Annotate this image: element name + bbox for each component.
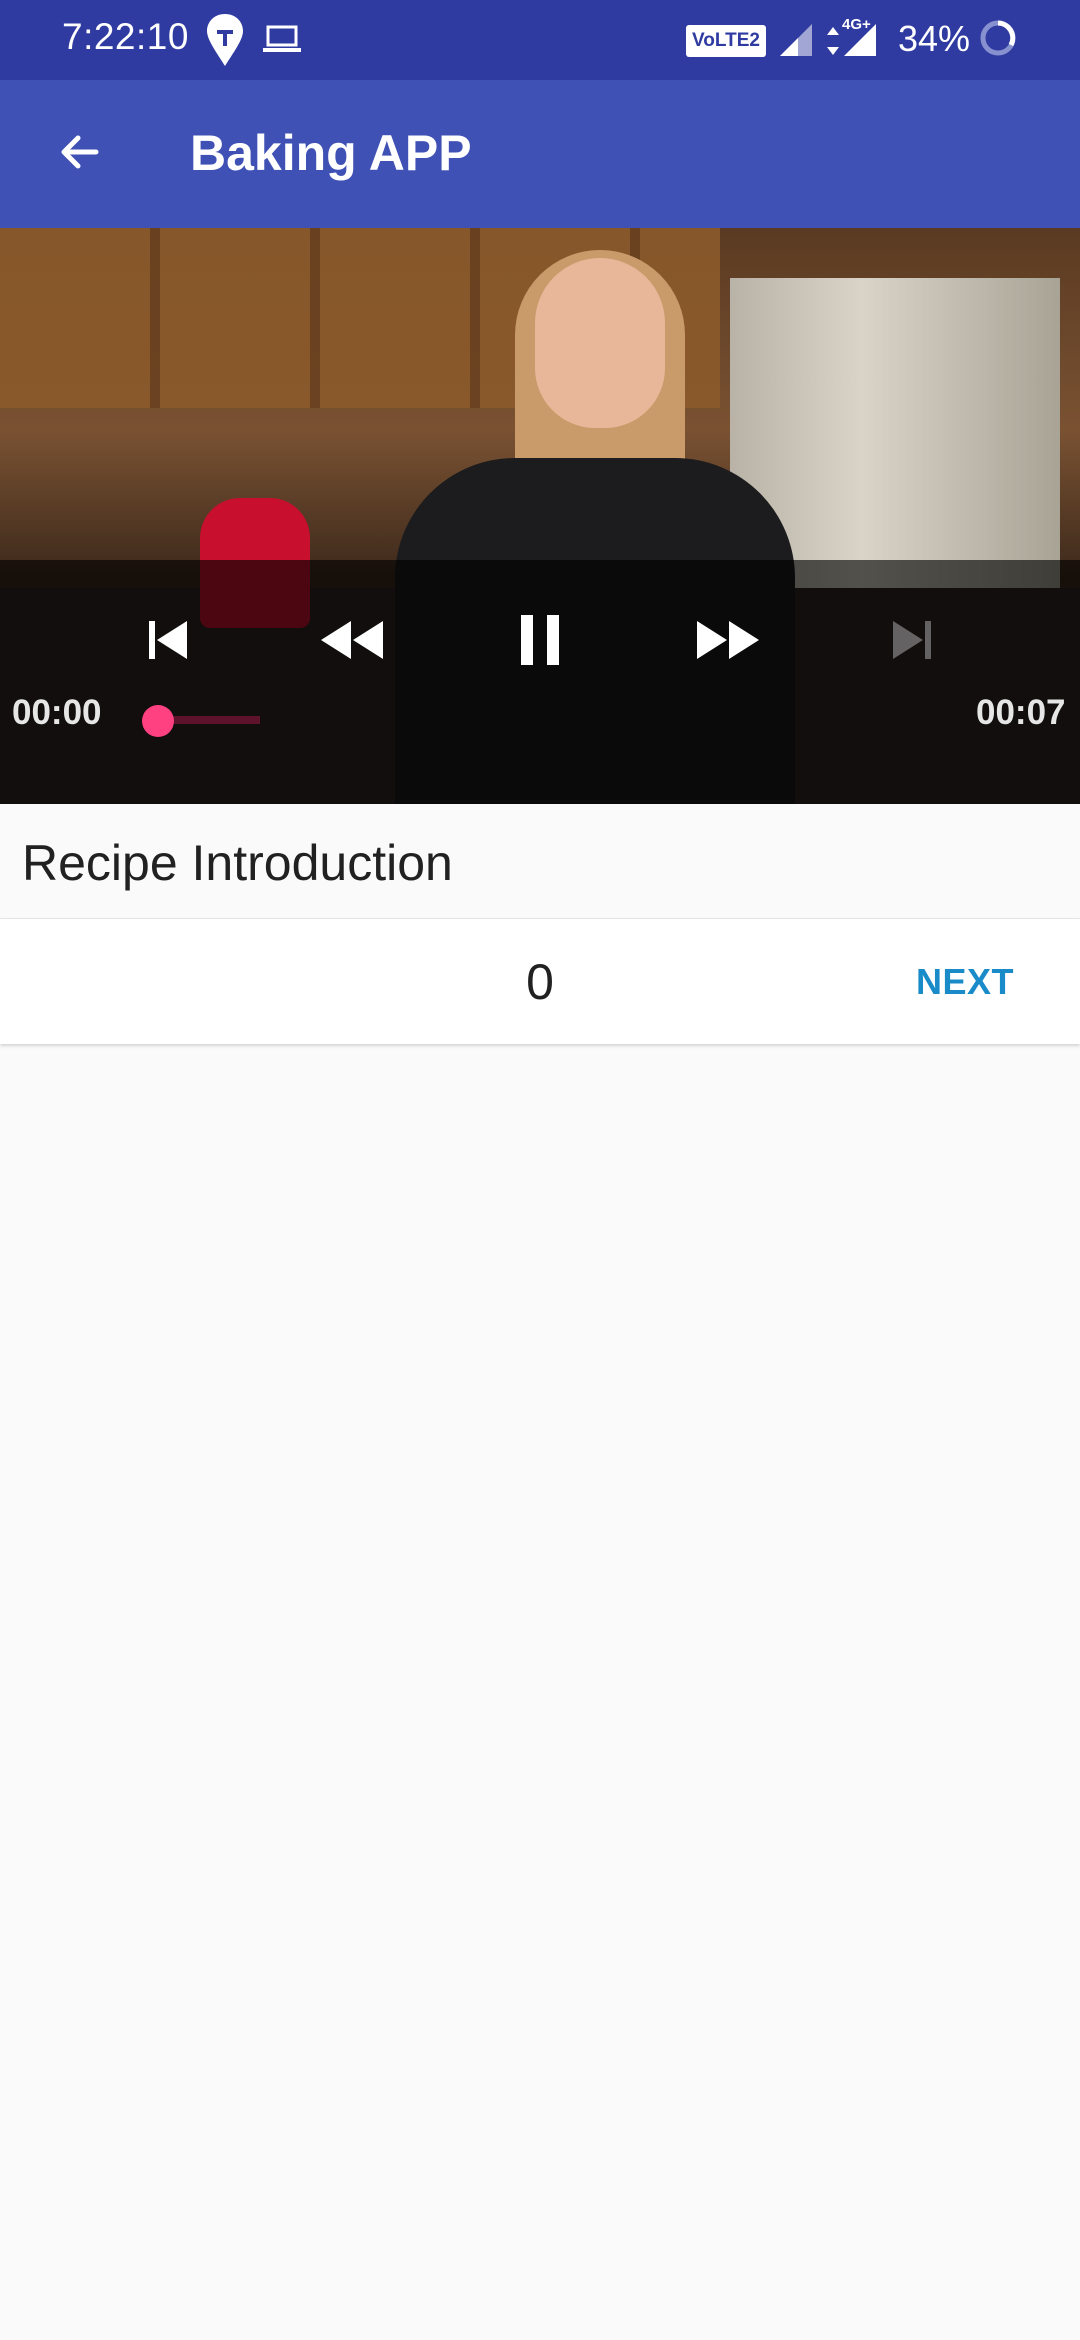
video-player[interactable]: 00:00 00:07 [0, 228, 1080, 804]
pause-button[interactable] [500, 602, 580, 682]
data-arrows-icon [826, 26, 840, 61]
app-title: Baking APP [190, 125, 472, 181]
volte-badge: VoLTE2 [686, 25, 766, 57]
signal-icon [778, 22, 814, 63]
step-navigation: 0 NEXT [0, 918, 1080, 1044]
battery-ring-icon [978, 18, 1018, 63]
seek-bar-track[interactable] [160, 716, 260, 724]
signal-icon-2 [842, 22, 878, 63]
pause-icon [515, 613, 565, 672]
rewind-button[interactable] [312, 602, 392, 682]
fast-forward-button[interactable] [688, 602, 768, 682]
status-bar: 7:22:10 VoLTE2 4G+ 34% [0, 0, 1080, 80]
arrow-left-icon [56, 128, 104, 181]
battery-percent: 34% [898, 18, 971, 59]
skip-previous-icon [143, 615, 193, 670]
step-title: Recipe Introduction [22, 835, 453, 891]
app-bar: Baking APP [0, 80, 1080, 228]
fast-forward-icon [695, 615, 761, 670]
current-position: 00:00 [12, 693, 102, 732]
duration: 00:07 [976, 693, 1066, 732]
next-button[interactable]: NEXT [880, 949, 1050, 1015]
laptop-icon [262, 24, 302, 59]
rewind-icon [319, 615, 385, 670]
seek-bar-thumb[interactable] [142, 705, 174, 737]
video-frame-face [535, 258, 665, 428]
player-controls: 00:00 00:07 [0, 560, 1080, 804]
swiggy-icon [205, 12, 245, 73]
status-time: 7:22:10 [62, 16, 189, 57]
skip-next-icon [887, 615, 937, 670]
skip-previous-button[interactable] [128, 602, 208, 682]
skip-next-button[interactable] [872, 602, 952, 682]
back-button[interactable] [40, 114, 120, 194]
